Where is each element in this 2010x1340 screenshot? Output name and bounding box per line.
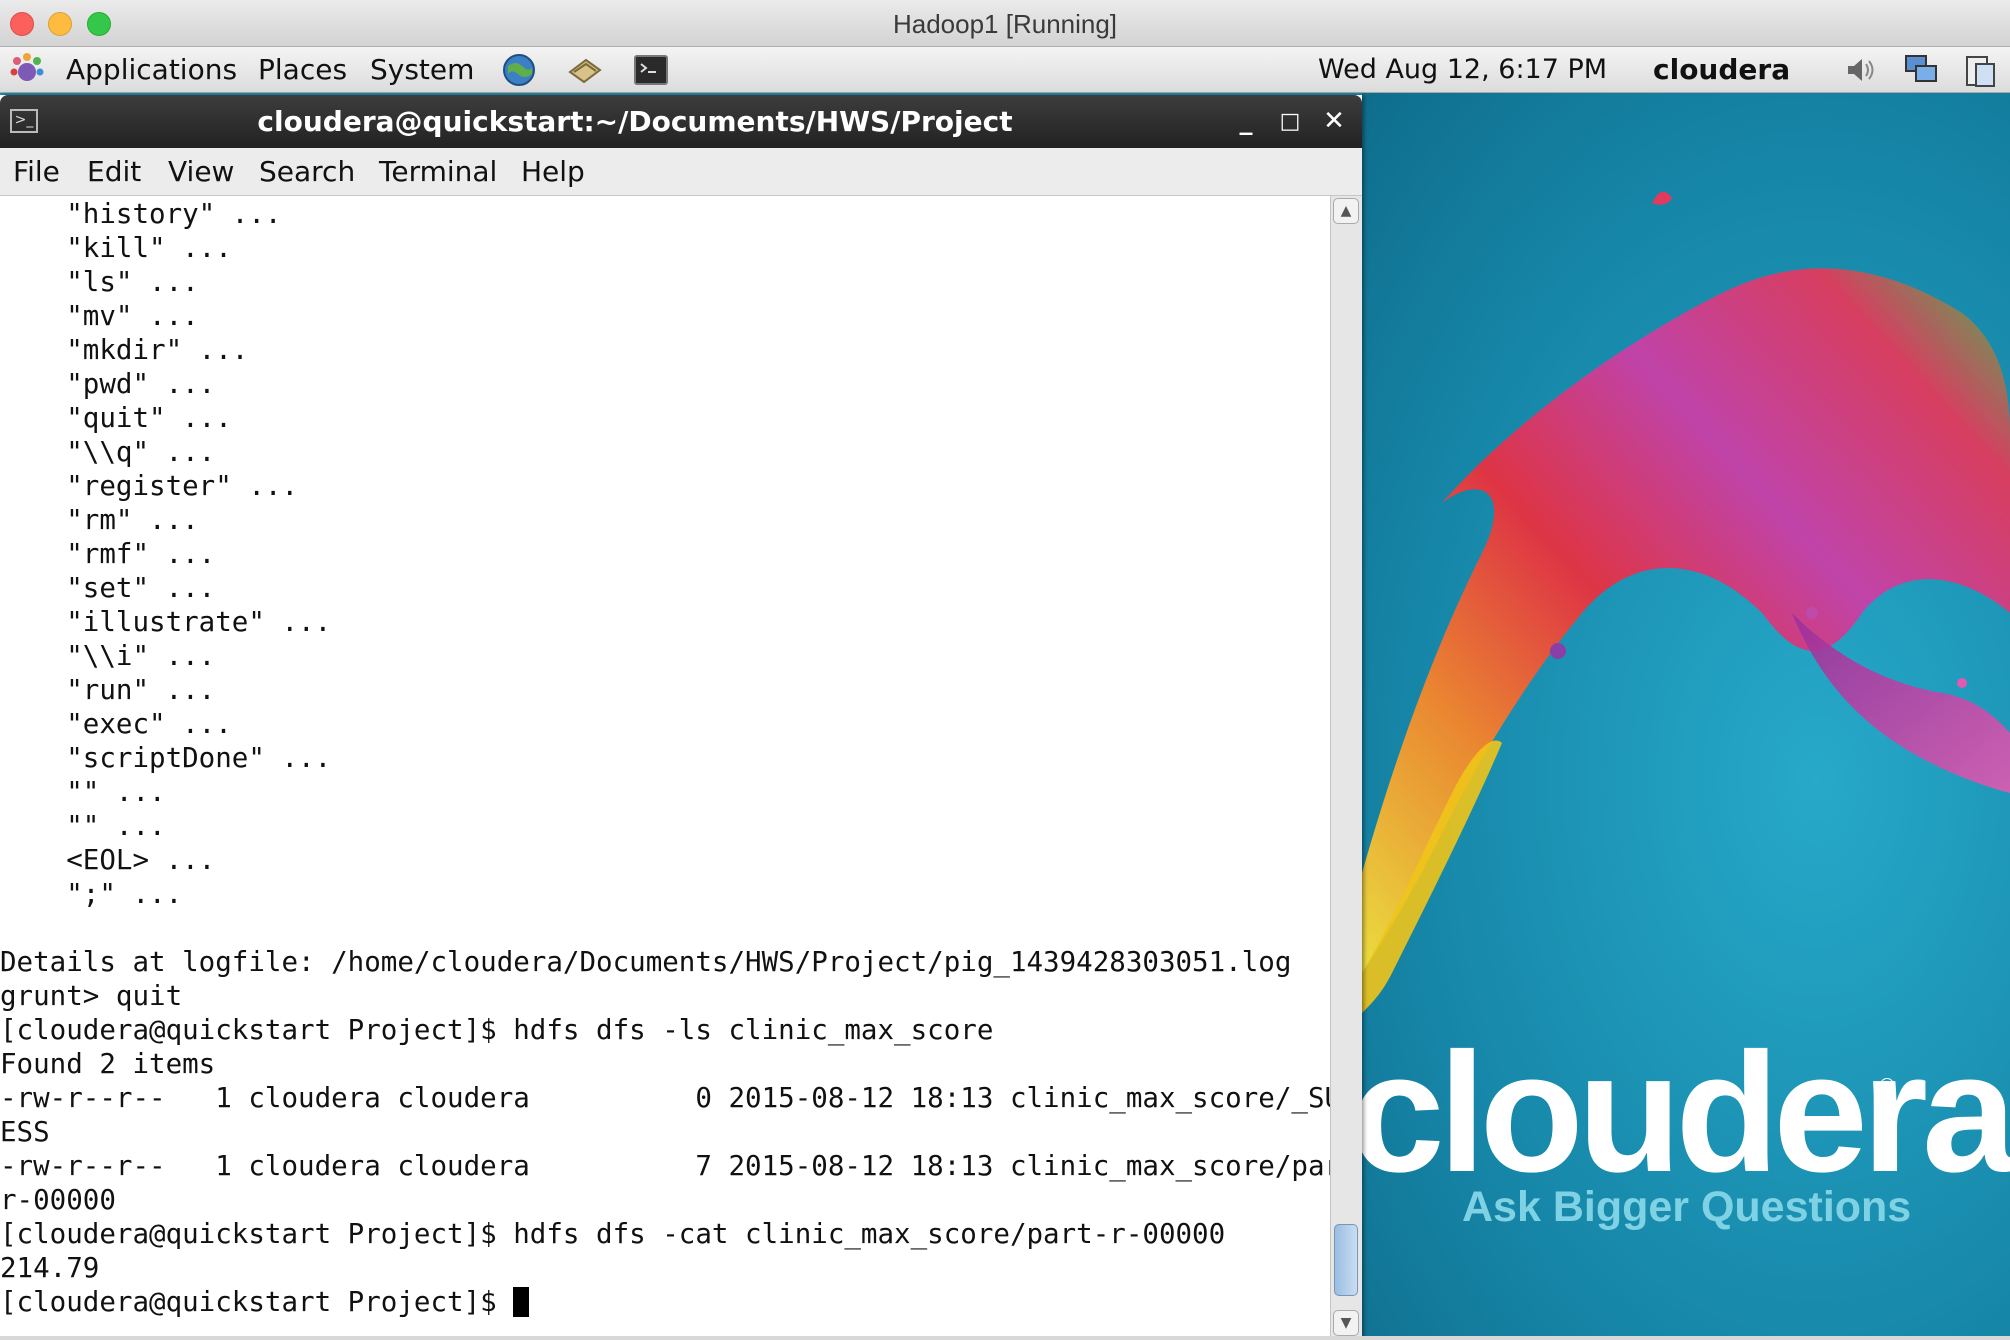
terminal-line: Found 2 items	[0, 1048, 216, 1080]
terminal-title: cloudera@quickstart:~/Documents/HWS/Proj…	[257, 105, 1013, 138]
web-browser-icon[interactable]	[500, 52, 538, 88]
terminal-line: [cloudera@quickstart Project]$ hdfs dfs …	[0, 1014, 994, 1046]
terminal-line: "" ...	[0, 810, 166, 842]
terminal-line: r-00000	[0, 1184, 116, 1216]
cloudera-tagline: Ask Bigger Questions	[1462, 1183, 1912, 1231]
terminal-line: grunt> quit	[0, 980, 183, 1012]
terminal-line: [cloudera@quickstart Project]$ hdfs dfs …	[0, 1218, 1226, 1250]
menu-help[interactable]: Help	[521, 148, 585, 196]
terminal-line: "rmf" ...	[0, 538, 216, 570]
volume-icon[interactable]	[1840, 52, 1878, 88]
terminal-line: "exec" ...	[0, 708, 232, 740]
scrollbar-thumb[interactable]	[1334, 1224, 1358, 1296]
terminal-line: -rw-r--r-- 1 cloudera cloudera 7 2015-08…	[0, 1150, 1330, 1182]
terminal-line: "register" ...	[0, 470, 299, 502]
panel-menu-places[interactable]: Places	[258, 47, 347, 93]
terminal-line: "scriptDone" ...	[0, 742, 332, 774]
terminal-line: ESS	[0, 1116, 50, 1148]
terminal-line: <EOL> ...	[0, 844, 216, 876]
bottom-edge	[0, 1336, 2010, 1340]
terminal-line: "kill" ...	[0, 232, 232, 264]
terminal-menubar: File Edit View Search Terminal Help	[0, 148, 1362, 196]
gnome-top-panel: Applications Places System Wed Aug 12, 6…	[0, 47, 2010, 93]
terminal-line: "mv" ...	[0, 300, 199, 332]
terminal-output[interactable]: "history" ... "kill" ... "ls" ... "mv" .…	[0, 196, 1330, 1340]
panel-username[interactable]: cloudera	[1653, 47, 1790, 93]
gnome-foot-icon[interactable]	[8, 52, 46, 88]
scroll-down-icon[interactable]: ▼	[1333, 1310, 1359, 1336]
terminal-scrollbar[interactable]: ▲ ▼	[1330, 196, 1362, 1340]
host-window-titlebar: Hadoop1 [Running]	[0, 0, 2010, 47]
terminal-line: "" ...	[0, 776, 166, 808]
clipboard-icon[interactable]	[1962, 52, 2000, 88]
terminal-line: "\\i" ...	[0, 640, 216, 672]
panel-menu-system[interactable]: System	[370, 47, 474, 93]
terminal-line: "run" ...	[0, 674, 216, 706]
menu-view[interactable]: View	[168, 148, 234, 196]
menu-edit[interactable]: Edit	[87, 148, 141, 196]
terminal-line: ";" ...	[0, 878, 183, 910]
scroll-up-icon[interactable]: ▲	[1333, 198, 1359, 224]
terminal-line: "\\q" ...	[0, 436, 216, 468]
menu-search[interactable]: Search	[259, 148, 355, 196]
terminal-launcher-icon[interactable]	[632, 52, 670, 88]
menu-terminal[interactable]: Terminal	[379, 148, 497, 196]
maximize-icon[interactable]: □	[1272, 95, 1308, 148]
terminal-line: 214.79	[0, 1252, 100, 1284]
registered-mark: ®	[1877, 1074, 1897, 1098]
terminal-line: "mkdir" ...	[0, 334, 249, 366]
menu-file[interactable]: File	[13, 148, 60, 196]
panel-menu-applications[interactable]: Applications	[66, 47, 237, 93]
terminal-window: >_ cloudera@quickstart:~/Documents/HWS/P…	[0, 95, 1362, 1340]
host-window-title: Hadoop1 [Running]	[892, 9, 1118, 39]
terminal-titlebar[interactable]: >_ cloudera@quickstart:~/Documents/HWS/P…	[0, 95, 1362, 148]
terminal-line: "quit" ...	[0, 402, 232, 434]
text-cursor	[513, 1287, 530, 1317]
cloudera-logo: cloudera	[1350, 1018, 2010, 1208]
terminal-line: "pwd" ...	[0, 368, 216, 400]
terminal-prompt: [cloudera@quickstart Project]$	[0, 1286, 514, 1318]
panel-clock[interactable]: Wed Aug 12, 6:17 PM	[1318, 47, 1607, 93]
terminal-line: "ls" ...	[0, 266, 199, 298]
terminal-line: "set" ...	[0, 572, 216, 604]
terminal-line: "rm" ...	[0, 504, 199, 536]
terminal-line: "illustrate" ...	[0, 606, 332, 638]
terminal-line: "history" ...	[0, 198, 282, 230]
terminal-line: Details at logfile: /home/cloudera/Docum…	[0, 946, 1292, 978]
close-icon[interactable]: ✕	[1316, 95, 1352, 148]
mail-icon[interactable]	[566, 52, 604, 88]
network-icon[interactable]	[1902, 52, 1940, 88]
terminal-line: -rw-r--r-- 1 cloudera cloudera 0 2015-08…	[0, 1082, 1330, 1114]
terminal-prompt-line[interactable]: [cloudera@quickstart Project]$	[0, 1285, 530, 1319]
minimize-icon[interactable]: ​_	[1228, 95, 1264, 148]
